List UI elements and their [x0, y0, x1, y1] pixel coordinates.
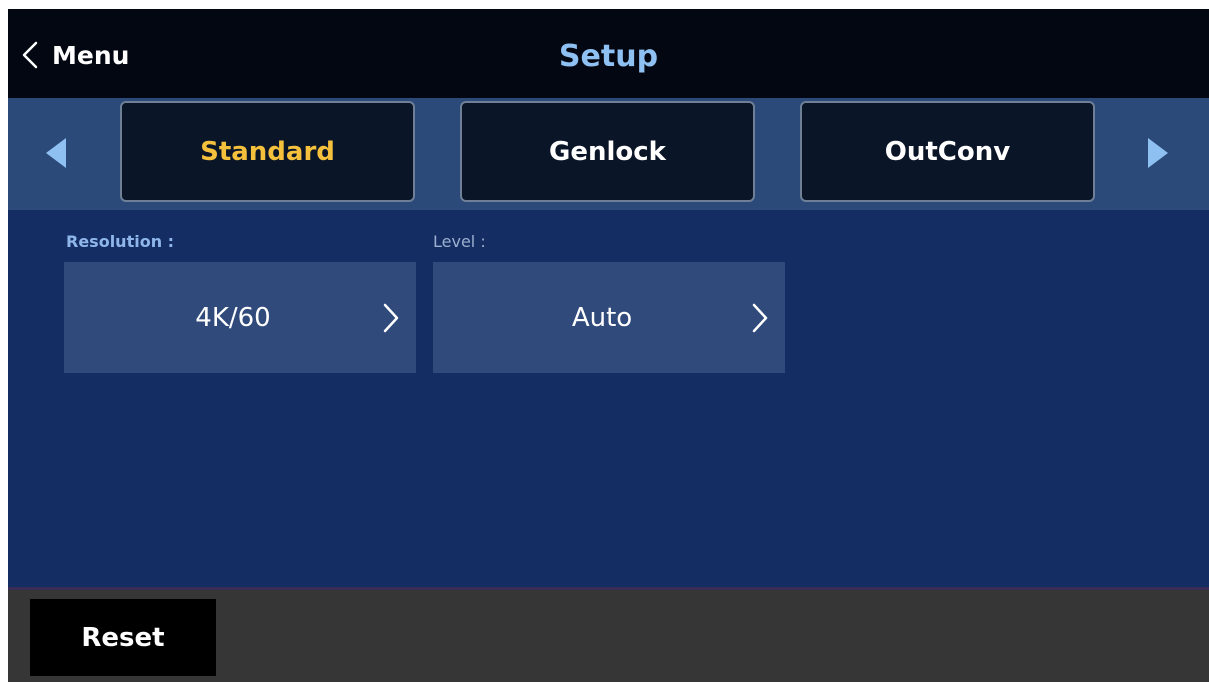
- triangle-right-icon: [1146, 136, 1176, 170]
- header-bar: Menu Setup: [8, 9, 1209, 98]
- resolution-label: Resolution :: [66, 232, 175, 251]
- setup-screen: Menu Setup Standard Genlock OutConv Reso…: [8, 9, 1209, 682]
- tab-bar: Standard Genlock OutConv: [8, 98, 1209, 210]
- tab-standard[interactable]: Standard: [120, 101, 415, 202]
- level-label: Level :: [433, 232, 486, 251]
- reset-button[interactable]: Reset: [30, 599, 216, 676]
- level-select[interactable]: Auto: [433, 262, 785, 373]
- tab-prev-button[interactable]: [44, 136, 74, 170]
- resolution-select[interactable]: 4K/60: [64, 262, 416, 373]
- footer-bar: Reset: [8, 590, 1209, 682]
- triangle-left-icon: [44, 136, 74, 170]
- tab-genlock[interactable]: Genlock: [460, 101, 755, 202]
- level-value: Auto: [571, 302, 633, 333]
- tab-outconv[interactable]: OutConv: [800, 101, 1095, 202]
- chevron-right-icon: [751, 302, 769, 334]
- chevron-right-icon: [382, 302, 400, 334]
- resolution-value: 4K/60: [195, 302, 271, 333]
- tab-next-button[interactable]: [1146, 136, 1176, 170]
- page-title: Setup: [558, 38, 659, 74]
